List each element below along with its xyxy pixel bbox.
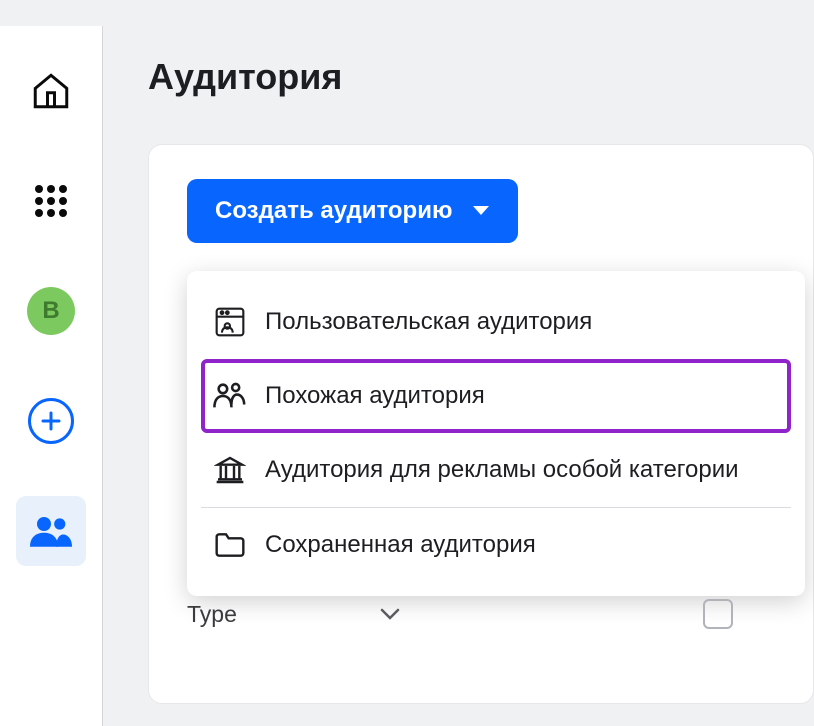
dropdown-special-ad-audience[interactable]: Аудитория для рекламы особой категории — [201, 433, 791, 507]
create-audience-label: Создать аудиторию — [215, 197, 452, 225]
custom-audience-icon — [213, 305, 247, 339]
nav-audience[interactable] — [16, 496, 86, 566]
main-content: Аудитория Создать аудиторию — [103, 26, 814, 726]
dropdown-lookalike-audience[interactable]: Похожая аудитория — [201, 359, 791, 433]
nav-home[interactable] — [16, 56, 86, 126]
page-title: Аудитория — [148, 56, 814, 98]
filter-type-row[interactable]: Type — [187, 585, 813, 643]
dropdown-item-label: Пользовательская аудитория — [265, 308, 592, 336]
caret-down-icon — [472, 205, 490, 217]
apps-grid-icon — [35, 185, 67, 217]
lookalike-icon — [213, 379, 247, 413]
dropdown-item-label: Сохраненная аудитория — [265, 531, 536, 559]
dropdown-item-label: Похожая аудитория — [265, 382, 485, 410]
plus-circle-icon — [28, 398, 74, 444]
chevron-down-icon — [380, 608, 400, 620]
filter-checkbox[interactable] — [703, 599, 733, 629]
create-audience-dropdown: Пользовательская аудитория Похожая аудит… — [187, 271, 805, 596]
create-audience-button[interactable]: Создать аудиторию — [187, 179, 518, 243]
nav-account[interactable]: В — [16, 276, 86, 346]
dropdown-custom-audience[interactable]: Пользовательская аудитория — [201, 285, 791, 359]
filters-section: Type — [187, 585, 813, 643]
nav-create[interactable] — [16, 386, 86, 456]
folder-icon — [213, 528, 247, 562]
nav-apps[interactable] — [16, 166, 86, 236]
avatar: В — [27, 287, 75, 335]
sidebar: В — [0, 26, 103, 726]
audience-card: Создать аудиторию — [148, 144, 814, 704]
avatar-letter: В — [42, 297, 59, 325]
home-icon — [30, 70, 72, 112]
dropdown-saved-audience[interactable]: Сохраненная аудитория — [201, 508, 791, 582]
dropdown-item-label: Аудитория для рекламы особой категории — [265, 456, 739, 484]
filter-type-label: Type — [187, 601, 237, 628]
people-icon — [30, 515, 72, 547]
institution-icon — [213, 453, 247, 487]
